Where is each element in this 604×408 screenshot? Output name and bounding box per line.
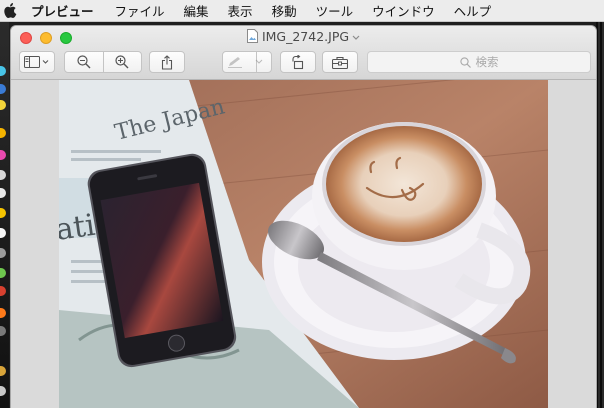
dock-app-icon[interactable] [0, 84, 6, 94]
photo-image[interactable]: The Japan atio [59, 80, 548, 408]
dock [0, 22, 9, 408]
dock-app-icon[interactable] [0, 170, 6, 180]
apple-icon[interactable] [3, 3, 17, 18]
dock-app-icon[interactable] [0, 286, 6, 296]
markup-button[interactable] [222, 51, 272, 73]
dock-app-icon[interactable] [0, 100, 6, 110]
zoom-out-icon [77, 55, 91, 69]
pen-icon [228, 57, 242, 68]
zoom-in-button[interactable] [103, 55, 141, 69]
menu-window[interactable]: ウインドウ [372, 1, 435, 20]
dock-app-icon[interactable] [0, 366, 6, 376]
toolbox-button[interactable] [322, 51, 358, 73]
dock-app-icon[interactable] [0, 228, 6, 238]
dock-app-icon[interactable] [0, 128, 6, 138]
menu-app-name[interactable]: プレビュー [31, 1, 94, 20]
zoom-control [64, 51, 142, 73]
dock-app-icon[interactable] [0, 66, 6, 76]
search-placeholder: 検索 [475, 55, 499, 69]
document-view[interactable]: The Japan atio [11, 80, 596, 408]
search-field[interactable]: 検索 [367, 51, 591, 73]
window-title-area[interactable]: IMG_2742.JPG [11, 29, 596, 44]
dock-app-icon[interactable] [0, 308, 6, 318]
dock-app-icon[interactable] [0, 208, 6, 218]
menu-tools[interactable]: ツール [316, 1, 354, 20]
zoom-out-button[interactable] [65, 55, 103, 69]
rotate-button[interactable] [280, 51, 316, 73]
sidebar-icon [24, 56, 49, 68]
toolbox-icon [332, 56, 348, 69]
chevron-down-icon[interactable] [251, 59, 267, 65]
dock-app-icon[interactable] [0, 248, 6, 258]
dock-app-icon[interactable] [0, 188, 6, 198]
desktop-background [596, 22, 604, 408]
menu-view[interactable]: 表示 [228, 1, 253, 20]
menu-file[interactable]: ファイル [115, 1, 165, 20]
zoom-in-icon [115, 55, 129, 69]
menu-go[interactable]: 移動 [272, 1, 297, 20]
menu-bar: プレビュー ファイル 編集 表示 移動 ツール ウインドウ ヘルプ [0, 0, 604, 22]
title-bar[interactable]: IMG_2742.JPG 検索 [11, 26, 596, 80]
dock-app-icon[interactable] [0, 268, 6, 278]
dock-app-icon[interactable] [0, 150, 6, 160]
share-button[interactable] [149, 51, 185, 73]
share-icon [161, 54, 173, 70]
menu-edit[interactable]: 編集 [184, 1, 209, 20]
menu-help[interactable]: ヘルプ [454, 1, 492, 20]
dock-app-icon[interactable] [0, 386, 6, 396]
preview-window: IMG_2742.JPG 検索 The Japan atio [11, 26, 596, 408]
dock-app-icon[interactable] [0, 326, 6, 336]
rotate-left-icon [292, 54, 304, 69]
image-file-icon [246, 29, 258, 43]
chevron-down-icon[interactable] [352, 35, 360, 40]
window-title: IMG_2742.JPG [261, 29, 350, 44]
sidebar-view-button[interactable] [19, 51, 55, 73]
search-icon [459, 56, 471, 68]
